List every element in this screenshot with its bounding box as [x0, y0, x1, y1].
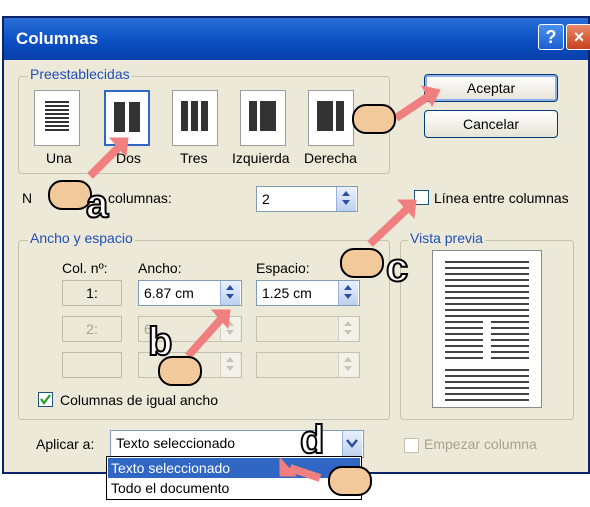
spinner-arrows-icon	[344, 357, 352, 371]
close-button[interactable]: ×	[566, 24, 590, 50]
preset-two[interactable]	[104, 90, 150, 146]
title-bar: Columnas ? ×	[4, 18, 590, 60]
ok-button[interactable]: Aceptar	[424, 74, 558, 102]
preview-text-line	[445, 393, 529, 395]
width-spinner-3[interactable]	[220, 353, 240, 377]
spinner-arrows-icon	[342, 191, 350, 205]
presets-group-label: Preestablecidas	[28, 66, 132, 82]
preview-text-line	[445, 285, 529, 287]
callout-a: a	[85, 182, 109, 226]
apply-to-options-list: Texto seleccionado Todo el documento	[106, 456, 362, 500]
preview-text-line	[491, 339, 529, 341]
start-column-label: Empezar columna	[424, 436, 537, 452]
preview-text-line	[445, 333, 483, 335]
spinner-arrows-icon	[344, 321, 352, 335]
col-number-1: 1:	[62, 280, 122, 306]
preset-label-left: Izquierda	[232, 150, 290, 166]
col-number-header: Col. nº:	[62, 260, 108, 276]
apply-to-select[interactable]: Texto seleccionado	[110, 430, 364, 458]
preview-text-line	[445, 351, 483, 353]
spacing-spinner-3[interactable]	[338, 353, 358, 377]
preview-text-line	[445, 291, 529, 293]
columns-dialog: Columnas ? × Preestablecidas Una Dos Tre…	[2, 16, 590, 474]
option-whole-document[interactable]: Todo el documento	[108, 478, 360, 498]
preview-group-label: Vista previa	[408, 230, 485, 246]
cancel-button[interactable]: Cancelar	[424, 110, 558, 138]
preview-text-line	[445, 375, 529, 377]
preset-label-right: Derecha	[304, 150, 357, 166]
preview-text-line	[445, 315, 529, 317]
spacing-header: Espacio:	[256, 260, 310, 276]
preview-text-line	[445, 345, 483, 347]
callout-c: c	[385, 246, 409, 290]
spinner-arrows-icon	[226, 321, 234, 335]
preview-text-line	[445, 303, 529, 305]
preview-page	[432, 250, 542, 408]
preset-label-one: Una	[46, 150, 72, 166]
preview-text-line	[491, 357, 529, 359]
left-column-icon	[249, 101, 276, 131]
two-columns-icon	[114, 102, 140, 132]
preview-text-line	[445, 279, 529, 281]
col-number-2: 2:	[62, 316, 122, 342]
spacing-spinner-2[interactable]	[338, 317, 358, 341]
preview-text-line	[491, 327, 529, 329]
preview-text-line	[445, 267, 529, 269]
callout-b: b	[147, 320, 173, 364]
preset-label-two: Dos	[116, 150, 141, 166]
width-spacing-group-label: Ancho y espacio	[28, 230, 135, 246]
preview-text-line	[445, 309, 529, 311]
spinner-arrows-icon	[226, 285, 234, 299]
apply-to-label: Aplicar a:	[36, 436, 95, 452]
chevron-down-icon	[346, 439, 358, 448]
preview-text-line	[445, 369, 529, 371]
spinner-arrows-icon	[226, 357, 234, 371]
preview-text-line	[445, 339, 483, 341]
start-column-checkbox[interactable]	[404, 438, 419, 453]
preview-text-line	[445, 381, 529, 383]
three-columns-icon	[181, 101, 208, 131]
pointer-hand-icon	[340, 248, 384, 278]
preview-text-line	[491, 351, 529, 353]
preview-text-line	[445, 387, 529, 389]
one-column-icon	[45, 101, 69, 131]
spacing-spinner-1[interactable]	[338, 281, 358, 305]
num-columns-label: columnas:	[108, 190, 172, 206]
preview-text-line	[445, 327, 483, 329]
width-spinner-1[interactable]	[220, 281, 240, 305]
num-columns-label-prefix: N	[22, 190, 33, 206]
num-columns-spinner[interactable]	[336, 187, 356, 211]
preview-text-line	[445, 399, 529, 401]
apply-to-dropdown-button[interactable]	[342, 431, 362, 457]
width-spinner-2[interactable]	[220, 317, 240, 341]
spinner-arrows-icon	[344, 285, 352, 299]
callout-d: d	[299, 418, 325, 462]
equal-width-checkbox[interactable]	[38, 392, 53, 407]
preset-three[interactable]	[172, 90, 218, 146]
preview-text-line	[445, 297, 529, 299]
pointer-hand-icon	[328, 466, 372, 496]
preset-left[interactable]	[240, 90, 286, 146]
preview-text-line	[491, 321, 529, 323]
window-title: Columnas	[16, 29, 99, 48]
preview-text-line	[445, 261, 529, 263]
preset-one[interactable]	[34, 90, 80, 146]
preview-text-line	[445, 321, 483, 323]
pointer-hand-icon	[352, 104, 396, 134]
line-between-label: Línea entre columnas	[434, 190, 569, 206]
col-number-3	[62, 352, 122, 378]
line-between-checkbox[interactable]	[414, 190, 429, 205]
preview-text-line	[491, 345, 529, 347]
preset-right[interactable]	[308, 90, 354, 146]
equal-width-label: Columnas de igual ancho	[60, 392, 218, 408]
help-button[interactable]: ?	[538, 24, 564, 50]
preview-text-line	[491, 333, 529, 335]
preview-text-line	[445, 357, 483, 359]
right-column-icon	[317, 101, 344, 131]
preset-label-three: Tres	[180, 150, 208, 166]
width-header: Ancho:	[138, 260, 182, 276]
preview-text-line	[445, 273, 529, 275]
checkmark-icon	[40, 394, 51, 405]
